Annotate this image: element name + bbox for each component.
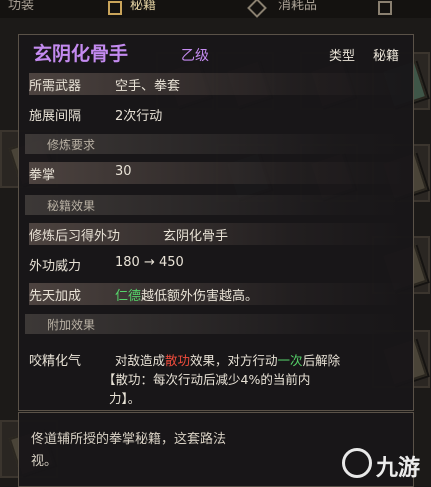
- section-title: 秘籍效果: [47, 199, 96, 213]
- stat-value: 空手、拳套: [115, 79, 181, 94]
- item-type-value: 秘籍: [373, 49, 400, 64]
- extra-effect-label: 咬精化气: [29, 354, 82, 369]
- item-description: 佟道辅所授的拳掌秘籍，这套路法 视。: [31, 429, 291, 473]
- stat-row-weapon: 所需武器 空手、拳套: [29, 73, 405, 95]
- stat-value: 2次行动: [115, 109, 163, 124]
- requirement-row: 拳掌 30: [29, 162, 405, 184]
- tab-manuals[interactable]: 秘籍: [130, 0, 190, 18]
- logo-icon: [342, 448, 372, 478]
- section-effects: 秘籍效果: [25, 195, 409, 215]
- arrow-icon[interactable]: [378, 1, 392, 15]
- stat-label: 施展间隔: [29, 109, 82, 124]
- power-label: 外功威力: [29, 259, 82, 274]
- description-line-1: 佟道辅所授的拳掌秘籍，这套路法: [31, 432, 227, 447]
- learned-skill: 玄阴化骨手: [163, 229, 229, 244]
- section-extra: 附加效果: [25, 314, 409, 334]
- power-value: 180 → 450: [115, 255, 184, 270]
- description-line-2: 视。: [31, 454, 58, 469]
- innate-label: 先天加成: [29, 289, 82, 304]
- watermark-text: 九游: [376, 456, 421, 481]
- tab-equipment[interactable]: 功装: [8, 0, 48, 18]
- effect-text: 后解除: [302, 353, 341, 368]
- effect-count: 一次: [277, 353, 303, 368]
- section-title: 修炼要求: [47, 138, 96, 152]
- item-type-label: 类型: [329, 49, 356, 64]
- effect-debuff: 散功: [165, 353, 191, 368]
- extra-effect-line-1: 对敌造成散功效果，对方行动一次后解除: [115, 350, 340, 369]
- section-training: 修炼要求: [25, 134, 409, 154]
- innate-text: 越低额外伤害越高。: [141, 289, 259, 304]
- book-icon: [108, 1, 122, 15]
- item-tooltip: 玄阴化骨手 乙级 类型 秘籍 所需武器 空手、拳套 施展间隔 2次行动 修炼要求…: [18, 34, 414, 411]
- effect-text: 对敌造成: [115, 353, 166, 368]
- diamond-icon: [247, 0, 267, 18]
- stat-row-interval: 施展间隔 2次行动: [29, 103, 405, 125]
- requirement-value: 30: [115, 164, 132, 179]
- innate-row: 先天加成 仁德越低额外伤害越高。: [29, 283, 405, 305]
- effect-text: 效果，对方行动: [190, 353, 278, 368]
- tab-consumables[interactable]: 消耗品: [278, 0, 338, 18]
- requirement-label: 拳掌: [29, 168, 56, 183]
- learned-label: 修炼后习得外功: [29, 229, 121, 244]
- extra-effect-line-2: 【散功：每次行动后减少4%的当前内: [103, 372, 311, 387]
- section-title: 附加效果: [47, 318, 96, 332]
- tooltip-header: 玄阴化骨手 乙级 类型 秘籍: [33, 39, 403, 69]
- extra-effect: 咬精化气 对敌造成散功效果，对方行动一次后解除 【散功：每次行动后减少4%的当前…: [29, 348, 405, 406]
- power-row: 外功威力 180 → 450: [29, 253, 405, 275]
- extra-effect-line-3: 力】。: [109, 391, 141, 406]
- watermark-logo: 九游: [342, 446, 424, 482]
- learned-row: 修炼后习得外功 玄阴化骨手: [29, 223, 405, 245]
- innate-highlight: 仁德: [115, 289, 142, 304]
- item-name: 玄阴化骨手: [33, 43, 129, 65]
- innate-value: 仁德越低额外伤害越高。: [115, 285, 258, 304]
- tab-bar: 功装 秘籍 消耗品: [0, 0, 431, 18]
- stat-label: 所需武器: [29, 79, 82, 94]
- item-grade: 乙级: [181, 48, 209, 64]
